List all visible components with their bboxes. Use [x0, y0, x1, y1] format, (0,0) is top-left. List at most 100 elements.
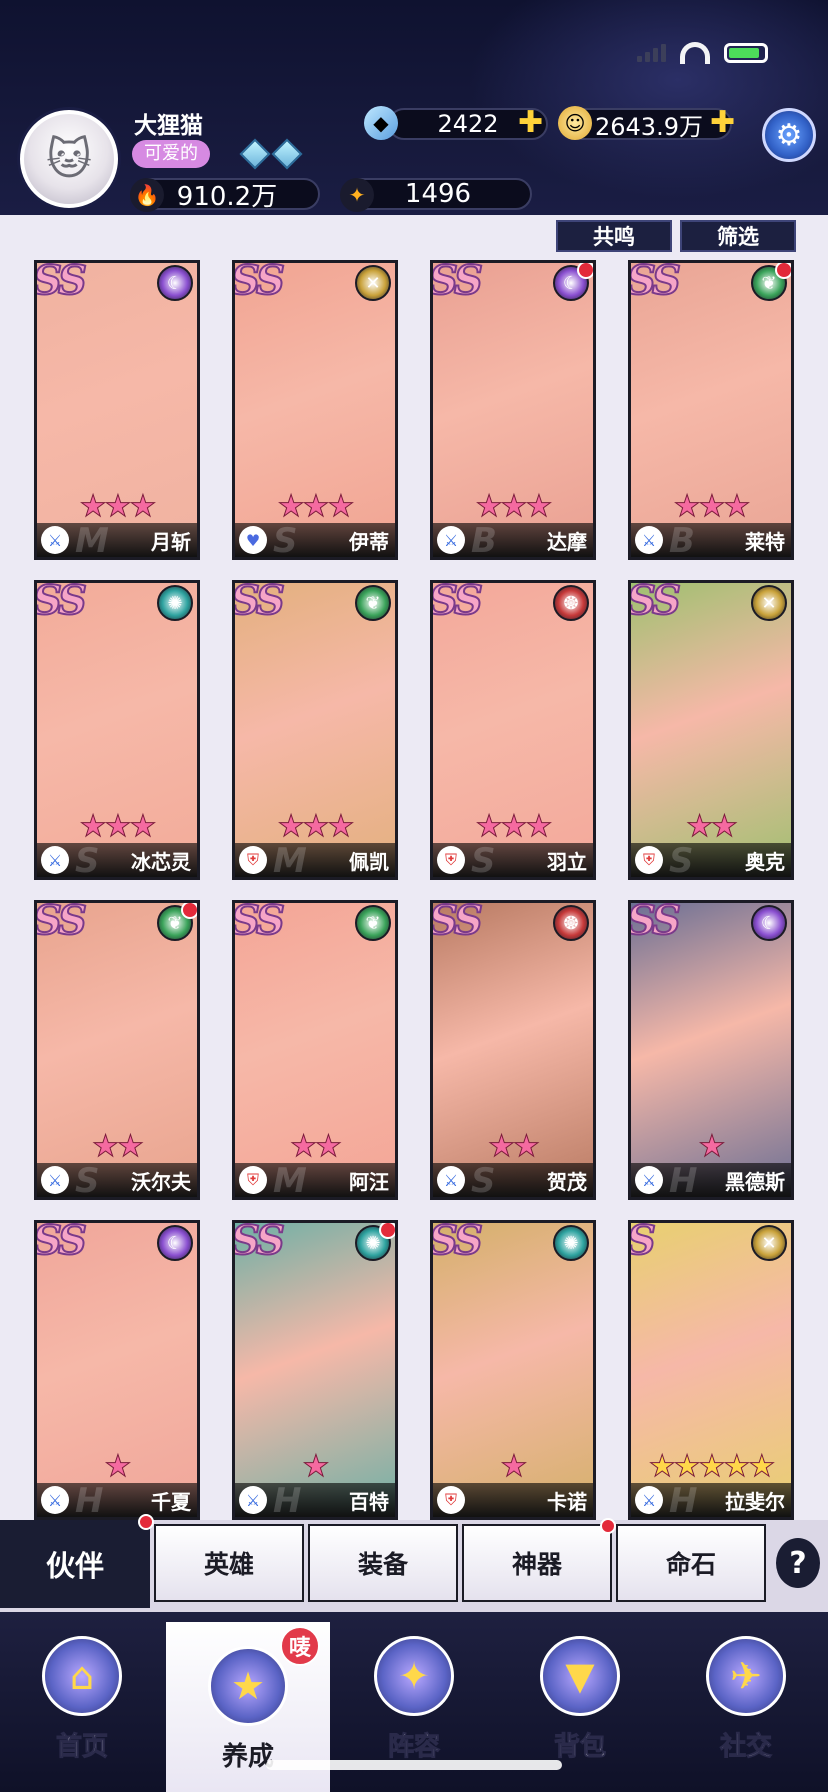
hero-card[interactable]: SS ❦ ★★ ⛨ M 阿汪 [232, 900, 398, 1200]
hero-name: 黑德斯 [725, 1169, 785, 1194]
order-icon: ✕ [355, 265, 391, 301]
tab-label: 英雄 [203, 1550, 254, 1579]
player-title-badge[interactable]: 可爱的 [132, 140, 210, 168]
hero-footer: ⛨ S 羽立 [433, 841, 593, 877]
shield-icon: ⛨ [239, 846, 267, 874]
sword-icon: ⚔ [41, 846, 69, 874]
avatar[interactable]: 🐱 [20, 110, 118, 208]
notification-dot [775, 263, 791, 279]
hero-name: 千夏 [151, 1489, 191, 1514]
hero-footer: ⚔ S 贺茂 [433, 1161, 593, 1197]
tab-3[interactable]: 神器 [462, 1518, 616, 1602]
hero-name: 莱特 [745, 529, 785, 554]
diamond-value: 2422 [437, 110, 499, 138]
rank-label: SS [628, 900, 682, 945]
add-diamond-button[interactable]: ✚ [518, 108, 543, 138]
nav-item-0[interactable]: ⌂ 首页 [0, 1612, 164, 1792]
order-icon: ✕ [751, 585, 787, 621]
hero-card[interactable]: SS ☾ ★ ⚔ H 黑德斯 [628, 900, 794, 1200]
star-rating: ★★★ [475, 489, 553, 525]
abyss-icon: ✺ [157, 585, 193, 621]
tab-label: 神器 [511, 1550, 562, 1579]
help-question-icon[interactable]: ? [776, 1538, 820, 1588]
hero-card[interactable]: SS ✕ ★★ ⛨ S 奥克 [628, 580, 794, 880]
sword-icon: ⚔ [635, 1486, 663, 1514]
hero-card[interactable]: SS ❂ ★★ ⚔ S 贺茂 [430, 900, 596, 1200]
notification-dot [577, 263, 593, 279]
hero-card[interactable]: SS ✺ ★ ⛨ 卡诺 [430, 1220, 596, 1520]
grade-letter: B [471, 521, 497, 560]
filter-button[interactable]: 筛选 [680, 220, 796, 252]
points-value: 1496 [404, 179, 472, 209]
player-name: 大狸猫 [134, 113, 203, 139]
star-rating: ★★ [488, 1129, 541, 1165]
star-rating: ★★★ [79, 489, 157, 525]
tab-label: 装备 [357, 1550, 408, 1579]
diamond-icon: ◆ [364, 106, 398, 140]
tab-4[interactable]: 命石 [616, 1524, 766, 1602]
hero-name: 伊蒂 [349, 529, 389, 554]
hero-footer: ⛨ M 阿汪 [235, 1161, 395, 1197]
hero-card[interactable]: SS ❦ ★★ ⚔ S 沃尔夫 [34, 900, 200, 1200]
rank-label: SS [232, 580, 286, 625]
settings-gear-icon[interactable]: ⚙ [762, 108, 816, 162]
grade-letter: S [75, 841, 100, 880]
hero-card[interactable]: SS ☾ ★★★ ⚔ M 月斩 [34, 260, 200, 560]
hero-card[interactable]: SS ❦ ★★★ ⛨ M 佩凯 [232, 580, 398, 880]
tab-2[interactable]: 装备 [308, 1524, 458, 1602]
signal-icon [637, 44, 666, 62]
nav-item-4[interactable]: ✈ 社交 [664, 1612, 828, 1792]
rank-label: SS [430, 900, 484, 945]
hero-card[interactable]: SS ✺ ★★★ ⚔ S 冰芯灵 [34, 580, 200, 880]
hero-card[interactable]: SS ✺ ★ ⚔ H 百特 [232, 1220, 398, 1520]
grade-letter: H [273, 1481, 302, 1520]
hero-card[interactable]: SS ❂ ★★★ ⛨ S 羽立 [430, 580, 596, 880]
hero-name: 佩凯 [349, 849, 389, 874]
tab-0[interactable]: 伙伴 [0, 1514, 154, 1608]
resonance-button[interactable]: 共鸣 [556, 220, 672, 252]
hero-name: 卡诺 [547, 1489, 587, 1514]
hero-card[interactable]: SS ✕ ★★★ ♥ S 伊蒂 [232, 260, 398, 560]
star-point-icon: ✦ [340, 178, 374, 212]
nature-icon: ❦ [355, 905, 391, 941]
sword-icon: ⚔ [437, 1166, 465, 1194]
grade-letter: B [669, 521, 695, 560]
rank-label: S [628, 1220, 657, 1265]
hero-card[interactable]: SS ❦ ★★★ ⚔ B 莱特 [628, 260, 794, 560]
hero-card[interactable]: SS ☾ ★★★ ⚔ B 达摩 [430, 260, 596, 560]
moon-icon: ☾ [751, 905, 787, 941]
hero-card[interactable]: SS ☾ ★ ⚔ H 千夏 [34, 1220, 200, 1520]
power-value: 910.2万 [176, 181, 278, 212]
gold-value: 2643.9万 [595, 112, 703, 141]
order-icon: ✕ [751, 1225, 787, 1261]
hero-name: 沃尔夫 [131, 1169, 191, 1194]
hero-footer: ⚔ B 莱特 [631, 521, 791, 560]
nav-label: 首页 [55, 1732, 108, 1763]
shield-icon: ⛨ [239, 1166, 267, 1194]
rank-label: SS [34, 900, 88, 945]
gem-badge-icon [271, 138, 303, 170]
fire-icon: ❂ [553, 905, 589, 941]
rank-label: SS [34, 260, 88, 305]
sword-icon: ⚔ [437, 526, 465, 554]
hero-footer: ⚔ H 拉斐尔 [631, 1481, 791, 1517]
tab-1[interactable]: 英雄 [154, 1524, 304, 1602]
grade-letter: H [669, 1161, 698, 1200]
add-gold-button[interactable]: ✚ [710, 108, 735, 138]
sword-icon: ⚔ [41, 526, 69, 554]
status-bar [637, 42, 768, 64]
flame-icon: 🔥 [130, 178, 164, 212]
hero-footer: ⚔ H 百特 [235, 1481, 395, 1520]
hero-name: 月斩 [151, 529, 191, 554]
star-rating: ★★★ [277, 809, 355, 845]
hero-footer: ⚔ M 月斩 [37, 521, 197, 557]
fire-icon: ❂ [553, 585, 589, 621]
hero-name: 冰芯灵 [131, 849, 191, 874]
rank-label: SS [430, 1220, 484, 1265]
star-rating: ★★★ [79, 809, 157, 845]
star-rating: ★ [500, 1449, 528, 1485]
hero-card[interactable]: S ✕ ★★★★★ ⚔ H 拉斐尔 [628, 1220, 794, 1520]
hero-footer: ⚔ S 沃尔夫 [37, 1161, 197, 1197]
star-rating: ★★★ [475, 809, 553, 845]
castle-icon: ⌂ [42, 1636, 122, 1716]
